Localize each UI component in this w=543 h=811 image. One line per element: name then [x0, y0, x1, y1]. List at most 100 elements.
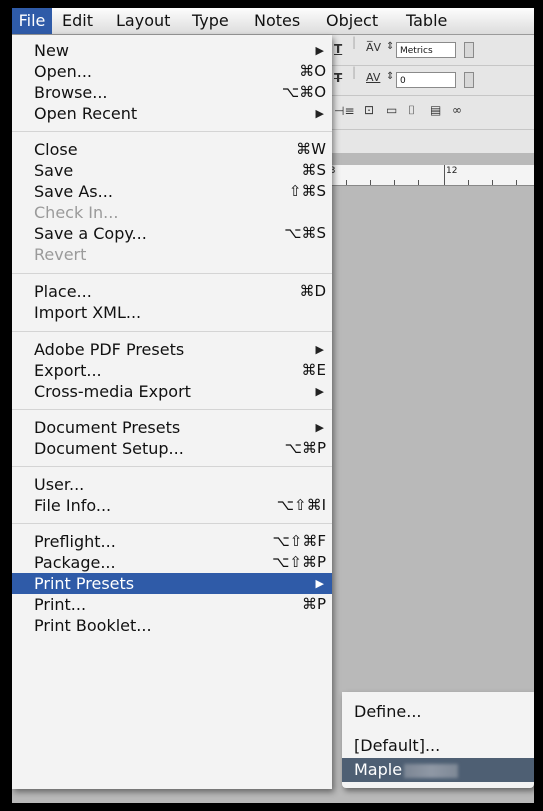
menu-edit[interactable]: Edit	[62, 8, 93, 34]
menu-separator	[12, 331, 332, 332]
menu-item-shortcut: ⌘O	[299, 62, 326, 80]
redacted-text	[404, 763, 459, 778]
toolbar-row-1: T | A̅V ⇕ Metrics	[322, 35, 534, 66]
ruler-tick	[516, 180, 517, 185]
menu-item-label: Document Setup...	[34, 439, 184, 458]
menu-bar: File Edit Layout Type Notes Object Table	[12, 8, 534, 35]
ruler-tick	[346, 180, 347, 185]
menu-item-label: Place...	[34, 282, 92, 301]
menu-item-check-in: Check In...	[12, 202, 332, 223]
ruler-tick	[468, 180, 469, 185]
menu-item-label: Print Booklet...	[34, 616, 152, 635]
ruler-tick	[394, 180, 395, 185]
menu-item-label: Import XML...	[34, 303, 142, 322]
menu-item-document-setup[interactable]: Document Setup... ⌥⌘P	[12, 438, 332, 459]
kerning-field[interactable]: 0	[396, 72, 456, 88]
menu-item-label: Cross-media Export	[34, 382, 191, 401]
menu-item-label: New	[34, 41, 69, 60]
menu-item-shortcut: ⌘D	[299, 282, 326, 300]
file-menu: New ▶ Open... ⌘O Browse... ⌥⌘O Open Rece…	[12, 35, 332, 789]
menu-item-label: Print Presets	[34, 574, 135, 593]
underline-icon[interactable]: T	[334, 42, 342, 56]
menu-type[interactable]: Type	[192, 8, 229, 34]
menu-item-place[interactable]: Place... ⌘D	[12, 281, 332, 302]
menu-item-user[interactable]: User...	[12, 474, 332, 495]
menu-item-shortcut: ⌘S	[301, 161, 326, 179]
menu-layout[interactable]: Layout	[116, 8, 170, 34]
menu-item-export[interactable]: Export... ⌘E	[12, 360, 332, 381]
menu-separator	[12, 273, 332, 274]
menu-item-label: Open...	[34, 62, 92, 81]
menu-file[interactable]: File	[12, 8, 52, 34]
strikethrough-icon[interactable]: T	[334, 71, 342, 85]
submenu-item-define[interactable]: Define...	[342, 700, 534, 724]
menu-notes[interactable]: Notes	[254, 8, 300, 34]
menu-item-shortcut: ⇧⌘S	[288, 182, 326, 200]
menu-table[interactable]: Table	[406, 8, 447, 34]
menu-item-label: Print...	[34, 595, 87, 614]
menu-item-label: Save	[34, 161, 74, 180]
menu-item-print-booklet[interactable]: Print Booklet...	[12, 615, 332, 636]
menu-item-revert: Revert	[12, 244, 332, 265]
menu-item-shortcut: ⌘W	[296, 140, 326, 158]
menu-item-label: Preflight...	[34, 532, 116, 551]
menu-item-label: Export...	[34, 361, 102, 380]
submenu-item-maple[interactable]: Maple	[342, 758, 534, 782]
text-frame-icon[interactable]: ⌷	[408, 103, 415, 118]
menu-item-preflight[interactable]: Preflight... ⌥⇧⌘F	[12, 531, 332, 552]
menu-separator	[12, 131, 332, 132]
app-window: T | A̅V ⇕ Metrics T | AV ⇕ 0 ⊣≡ ⊡ ▭ ⌷ ▤ …	[12, 8, 534, 803]
link-icon[interactable]: ∞	[452, 103, 462, 117]
page-icon[interactable]: ▭	[386, 103, 397, 117]
menu-item-save-a-copy[interactable]: Save a Copy... ⌥⌘S	[12, 223, 332, 244]
kerning-dropdown[interactable]	[464, 72, 474, 88]
menu-item-shortcut: ⌘E	[301, 361, 326, 379]
menu-item-label: User...	[34, 475, 85, 494]
menu-item-label: Adobe PDF Presets	[34, 340, 185, 359]
menu-item-cross-media-export[interactable]: Cross-media Export ▶	[12, 381, 332, 402]
ruler-tick	[444, 165, 445, 185]
menu-item-shortcut: ⌥⌘P	[284, 439, 326, 457]
menu-item-open[interactable]: Open... ⌘O	[12, 61, 332, 82]
ruler-tick	[492, 180, 493, 185]
menu-item-save[interactable]: Save ⌘S	[12, 160, 332, 181]
menu-item-shortcut: ⌥⌘O	[281, 83, 326, 101]
menu-item-label: Save As...	[34, 182, 113, 201]
print-presets-submenu: Define... [Default]... Maple	[342, 692, 534, 788]
align-icon[interactable]: ⊣≡	[334, 104, 355, 118]
menu-item-shortcut: ⌥⌘S	[284, 224, 326, 242]
stepper-arrows-icon[interactable]: ⇕	[386, 41, 394, 52]
menu-item-label: Package...	[34, 553, 116, 572]
menu-item-shortcut: ⌥⇧⌘F	[272, 532, 326, 550]
submenu-arrow-icon: ▶	[315, 107, 324, 120]
menu-item-label: Revert	[34, 245, 87, 264]
tracking-field[interactable]: Metrics	[396, 42, 456, 58]
menu-object[interactable]: Object	[326, 8, 378, 34]
menu-separator	[12, 523, 332, 524]
menu-item-import-xml[interactable]: Import XML...	[12, 302, 332, 323]
columns-icon[interactable]: ▤	[430, 103, 441, 117]
menu-item-shortcut: ⌘P	[301, 595, 326, 613]
menu-item-print[interactable]: Print... ⌘P	[12, 594, 332, 615]
menu-item-document-presets[interactable]: Document Presets ▶	[12, 417, 332, 438]
menu-item-file-info[interactable]: File Info... ⌥⇧⌘I	[12, 495, 332, 516]
submenu-arrow-icon: ▶	[315, 343, 324, 356]
menu-item-label: Browse...	[34, 83, 108, 102]
menu-item-shortcut: ⌥⇧⌘I	[276, 496, 326, 514]
submenu-item-default[interactable]: [Default]...	[342, 734, 534, 758]
stepper-arrows-icon[interactable]: ⇕	[386, 71, 394, 82]
menu-item-close[interactable]: Close ⌘W	[12, 139, 332, 160]
menu-item-open-recent[interactable]: Open Recent ▶	[12, 103, 332, 124]
menu-item-package[interactable]: Package... ⌥⇧⌘P	[12, 552, 332, 573]
menu-item-browse[interactable]: Browse... ⌥⌘O	[12, 82, 332, 103]
menu-item-new[interactable]: New ▶	[12, 40, 332, 61]
menu-item-save-as[interactable]: Save As... ⇧⌘S	[12, 181, 332, 202]
divider: |	[352, 65, 357, 79]
tracking-dropdown[interactable]	[464, 42, 474, 58]
menu-item-adobe-pdf-presets[interactable]: Adobe PDF Presets ▶	[12, 339, 332, 360]
horizontal-ruler: 13 12	[322, 165, 534, 186]
menu-item-print-presets[interactable]: Print Presets ▶	[12, 573, 332, 594]
menu-item-shortcut: ⌥⇧⌘P	[272, 553, 326, 571]
ruler-label: 12	[446, 166, 458, 176]
frame-icon[interactable]: ⊡	[364, 103, 374, 117]
